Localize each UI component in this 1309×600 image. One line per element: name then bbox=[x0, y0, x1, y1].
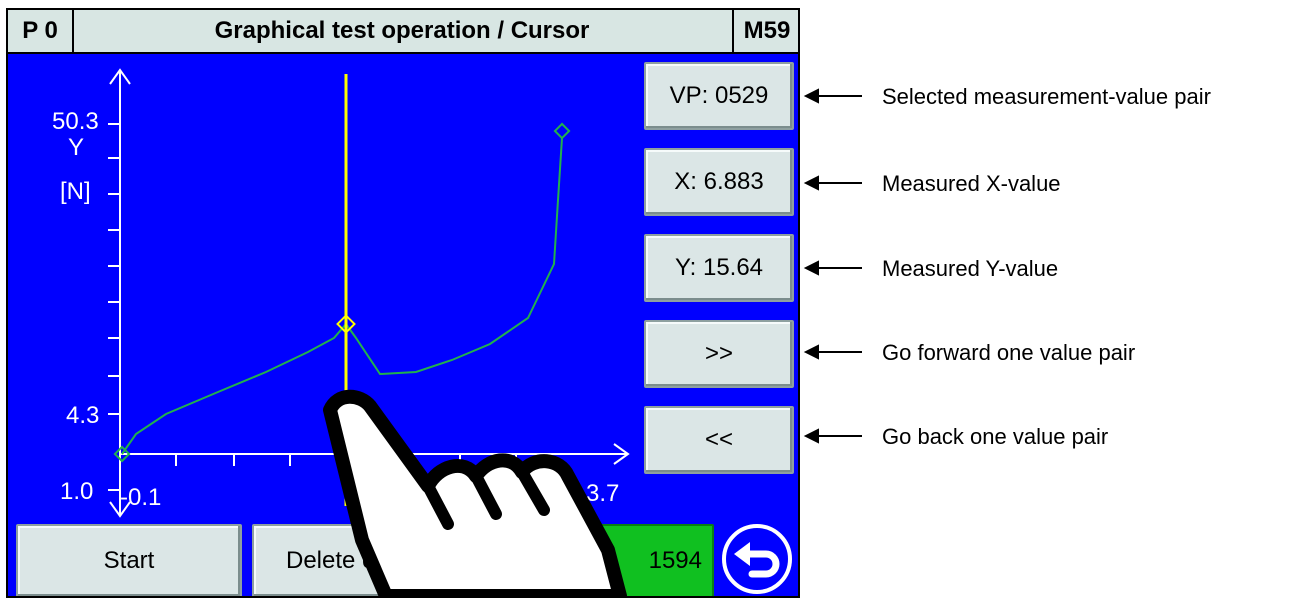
annotation-back: Go back one value pair bbox=[882, 424, 1109, 449]
annotation-vp: Selected measurement-value pair bbox=[882, 84, 1211, 109]
annotation-x: Measured X-value bbox=[882, 171, 1061, 196]
annotation-y: Measured Y-value bbox=[882, 256, 1059, 281]
annotation-forward: Go forward one value pair bbox=[882, 340, 1136, 365]
